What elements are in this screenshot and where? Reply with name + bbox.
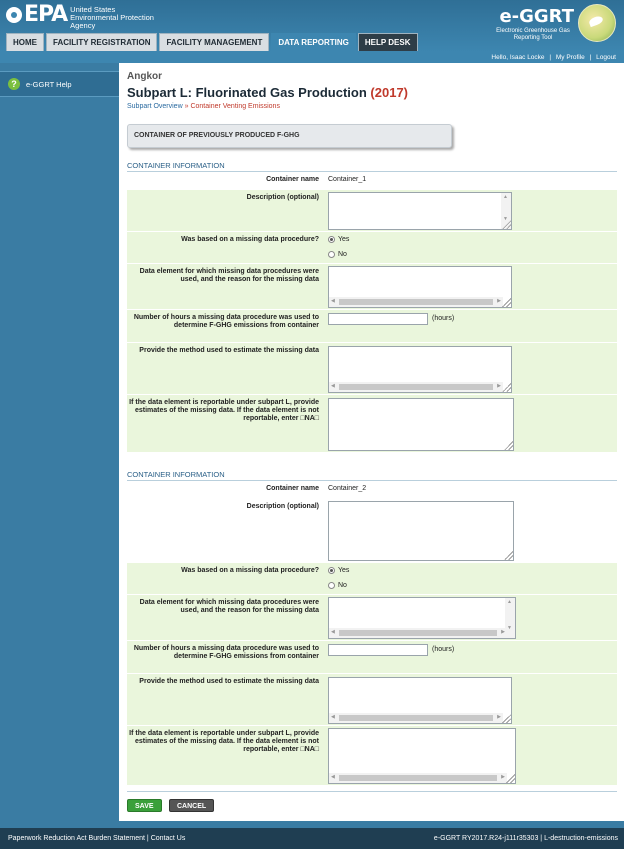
container-name-row: Container name Container_2 bbox=[127, 481, 617, 499]
epa-mark-text: EPA bbox=[24, 2, 68, 27]
paperwork-link[interactable]: Paperwork Reduction Act Burden Statement bbox=[8, 835, 145, 842]
missing-no-radio[interactable]: No bbox=[328, 582, 347, 589]
container-name-value: Container_2 bbox=[328, 485, 367, 492]
facility-name: Angkor bbox=[127, 71, 162, 82]
data-element-textarea[interactable] bbox=[328, 597, 516, 639]
eggrt-subtitle: Electronic Greenhouse Gas Reporting Tool bbox=[496, 28, 570, 41]
hours-input[interactable] bbox=[328, 313, 428, 325]
eggrt-title: e-GGRT bbox=[499, 6, 574, 27]
section-title: CONTAINER OF PREVIOUSLY PRODUCED F-GHG bbox=[127, 124, 452, 148]
breadcrumb-subpart-overview[interactable]: Subpart Overview bbox=[127, 103, 183, 110]
epa-agency-name: United States Environmental Protection A… bbox=[70, 5, 154, 30]
missing-procedure-row: Was based on a missing data procedure? Y… bbox=[127, 563, 617, 595]
data-element-row: Data element for which missing data proc… bbox=[127, 595, 617, 641]
estimates-row: If the data element is reportable under … bbox=[127, 395, 617, 453]
estimates-row: If the data element is reportable under … bbox=[127, 726, 617, 786]
estimates-textarea[interactable] bbox=[328, 728, 516, 784]
tab-facility-management[interactable]: FACILITY MANAGEMENT bbox=[159, 33, 270, 51]
main-content: Angkor Subpart L: Fluorinated Gas Produc… bbox=[119, 63, 624, 821]
eggrt-logo[interactable]: e-GGRT Electronic Greenhouse Gas Reporti… bbox=[468, 2, 618, 50]
breadcrumb: Subpart Overview » Container Venting Emi… bbox=[127, 103, 280, 110]
cancel-button[interactable]: CANCEL bbox=[169, 799, 215, 812]
epa-logo[interactable]: EPA United States Environmental Protecti… bbox=[6, 4, 154, 30]
data-element-row: Data element for which missing data proc… bbox=[127, 264, 617, 310]
breadcrumb-current: Container Venting Emissions bbox=[190, 103, 280, 110]
missing-procedure-row: Was based on a missing data procedure? Y… bbox=[127, 232, 617, 264]
contact-us-link[interactable]: Contact Us bbox=[151, 835, 186, 842]
page-id-text: L-destruction-emissions bbox=[544, 835, 618, 842]
method-textarea[interactable] bbox=[328, 677, 512, 724]
description-textarea[interactable] bbox=[328, 192, 512, 230]
epa-flower-icon bbox=[6, 7, 22, 23]
tab-data-reporting[interactable]: DATA REPORTING bbox=[271, 33, 356, 51]
tab-home[interactable]: HOME bbox=[6, 33, 44, 51]
user-bar: Hello, Isaac Locke | My Profile | Logout bbox=[0, 52, 624, 63]
reporting-year: (2017) bbox=[370, 85, 408, 100]
description-row: Description (optional) bbox=[127, 499, 617, 563]
page-title: Subpart L: Fluorinated Gas Production (2… bbox=[127, 85, 408, 100]
container-name-row: Container name Container_1 bbox=[127, 172, 617, 190]
description-textarea[interactable] bbox=[328, 501, 514, 561]
hours-input[interactable] bbox=[328, 644, 428, 656]
hours-row: Number of hours a missing data procedure… bbox=[127, 310, 617, 343]
bird-logo-icon bbox=[578, 4, 616, 42]
method-row: Provide the method used to estimate the … bbox=[127, 343, 617, 395]
sidebar: ? e-GGRT Help bbox=[0, 63, 119, 821]
user-greeting: Hello, Isaac Locke bbox=[491, 54, 545, 61]
footer: Paperwork Reduction Act Burden Statement… bbox=[0, 828, 624, 849]
missing-no-radio[interactable]: No bbox=[328, 251, 347, 258]
hours-row: Number of hours a missing data procedure… bbox=[127, 641, 617, 674]
version-text: e-GGRT RY2017.R24-j111r35303 bbox=[433, 835, 539, 842]
missing-yes-radio[interactable]: Yes bbox=[328, 567, 349, 574]
method-row: Provide the method used to estimate the … bbox=[127, 674, 617, 726]
logout-link[interactable]: Logout bbox=[596, 54, 616, 61]
my-profile-link[interactable]: My Profile bbox=[556, 54, 585, 61]
sidebar-item-label: e-GGRT Help bbox=[26, 79, 72, 89]
save-button[interactable]: SAVE bbox=[127, 799, 162, 812]
tab-facility-registration[interactable]: FACILITY REGISTRATION bbox=[46, 33, 158, 51]
help-icon: ? bbox=[8, 78, 20, 90]
method-textarea[interactable] bbox=[328, 346, 512, 393]
estimates-textarea[interactable] bbox=[328, 398, 514, 451]
description-row: Description (optional) bbox=[127, 190, 617, 232]
tab-help-desk[interactable]: HELP DESK bbox=[357, 33, 418, 51]
divider bbox=[127, 791, 617, 792]
header: EPA United States Environmental Protecti… bbox=[0, 0, 624, 52]
container-info-heading: CONTAINER INFORMATION bbox=[127, 470, 617, 481]
main-nav: HOME FACILITY REGISTRATION FACILITY MANA… bbox=[6, 33, 418, 51]
missing-yes-radio[interactable]: Yes bbox=[328, 236, 349, 243]
sidebar-item-help[interactable]: ? e-GGRT Help bbox=[0, 71, 119, 97]
container-info-heading: CONTAINER INFORMATION bbox=[127, 161, 617, 172]
data-element-textarea[interactable] bbox=[328, 266, 512, 308]
container-name-value: Container_1 bbox=[328, 176, 367, 183]
